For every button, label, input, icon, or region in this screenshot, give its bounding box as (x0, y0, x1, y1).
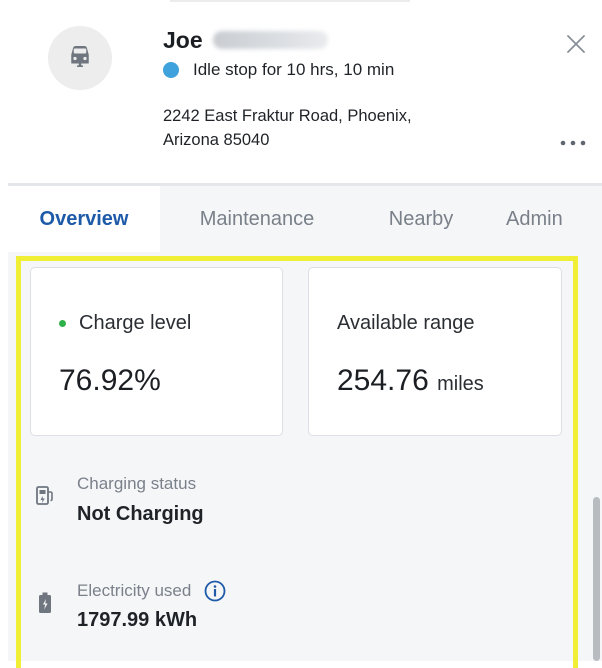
status-text: Idle stop for 10 hrs, 10 min (193, 60, 395, 79)
tab-maintenance[interactable]: Maintenance (168, 186, 346, 252)
panel-top-edge (170, 0, 410, 2)
close-button[interactable] (560, 30, 592, 62)
highlight-outline (16, 256, 578, 668)
more-horizontal-icon (560, 133, 586, 151)
tab-nearby[interactable]: Nearby (364, 186, 478, 252)
driver-status: Idle stop for 10 hrs, 10 min (163, 60, 394, 80)
address-line-2: Arizona 85040 (163, 131, 270, 149)
scrollbar[interactable] (593, 497, 600, 661)
tab-admin[interactable]: Admin (506, 186, 602, 252)
tab-overview[interactable]: Overview (8, 186, 160, 252)
address-line-1: 2242 East Fraktur Road, Phoenix, (163, 107, 412, 125)
driver-last-name-redacted (212, 31, 328, 49)
close-icon (566, 34, 586, 59)
driver-name: Joe (163, 26, 328, 54)
more-options-button[interactable] (556, 132, 590, 152)
vehicle-avatar (48, 26, 112, 90)
vehicle-icon (65, 41, 95, 76)
status-indicator-dot (163, 62, 179, 78)
vehicle-address: 2242 East Fraktur Road, Phoenix, Arizona… (163, 104, 503, 152)
vehicle-detail-header: Joe Idle stop for 10 hrs, 10 min 2242 Ea… (0, 0, 602, 185)
driver-first-name: Joe (163, 26, 203, 53)
detail-tabs: Overview Maintenance Nearby Admin (8, 186, 602, 252)
